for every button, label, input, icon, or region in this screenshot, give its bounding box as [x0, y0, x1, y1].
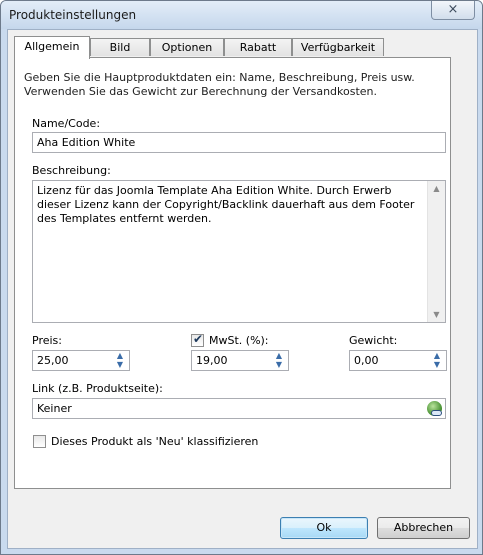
- price-label: Preis:: [32, 334, 62, 347]
- link-value: Keiner: [37, 402, 72, 415]
- description-label: Beschreibung:: [32, 164, 111, 177]
- weight-stepper[interactable]: 0,00 ▲ ▼: [349, 350, 447, 371]
- vat-value: 19,00: [196, 354, 228, 367]
- description-scrollbar[interactable]: ▲ ▼: [427, 181, 445, 322]
- tab-allgemein[interactable]: Allgemein: [14, 36, 90, 59]
- price-value: 25,00: [37, 354, 69, 367]
- spin-up-icon[interactable]: ▲: [429, 352, 445, 360]
- scroll-down-icon[interactable]: ▼: [428, 310, 445, 319]
- close-icon: ×: [447, 2, 459, 17]
- name-label: Name/Code:: [32, 117, 101, 130]
- price-stepper[interactable]: 25,00 ▲ ▼: [32, 350, 130, 371]
- tab-bild[interactable]: Bild: [90, 38, 150, 56]
- name-field[interactable]: Aha Edition White: [32, 132, 446, 153]
- spin-down-icon[interactable]: ▼: [271, 361, 287, 369]
- tab-optionen[interactable]: Optionen: [150, 38, 224, 56]
- scroll-up-icon[interactable]: ▲: [428, 184, 445, 193]
- tab-panel-allgemein: Geben Sie die Hauptproduktdaten ein: Nam…: [14, 57, 451, 489]
- weight-label: Gewicht:: [349, 334, 398, 347]
- spin-up-icon[interactable]: ▲: [112, 352, 128, 360]
- spin-up-icon[interactable]: ▲: [271, 352, 287, 360]
- dialog-window: Produkteinstellungen × Allgemein Bild Op…: [0, 0, 483, 555]
- price-spin[interactable]: ▲ ▼: [112, 352, 128, 369]
- vat-stepper[interactable]: 19,00 ▲ ▼: [191, 350, 289, 371]
- dialog-client: Allgemein Bild Optionen Rabatt Verfügbar…: [7, 29, 478, 549]
- new-product-label: Dieses Produkt als 'Neu' klassifizieren: [51, 435, 259, 448]
- name-value: Aha Edition White: [37, 136, 136, 149]
- vat-checkbox[interactable]: ✔: [191, 332, 204, 347]
- new-product-checkbox[interactable]: [33, 435, 46, 448]
- close-button[interactable]: ×: [431, 1, 475, 20]
- vat-spin[interactable]: ▲ ▼: [271, 352, 287, 369]
- intro-text: Geben Sie die Hauptproduktdaten ein: Nam…: [24, 71, 415, 98]
- spin-down-icon[interactable]: ▼: [112, 361, 128, 369]
- title-bar[interactable]: Produkteinstellungen ×: [1, 1, 482, 29]
- tab-rabatt[interactable]: Rabatt: [224, 38, 292, 56]
- link-globe-icon[interactable]: [427, 401, 442, 416]
- cancel-button[interactable]: Abbrechen: [377, 517, 470, 539]
- window-title: Produkteinstellungen: [9, 8, 137, 22]
- weight-spin[interactable]: ▲ ▼: [429, 352, 445, 369]
- tab-verfuegbarkeit[interactable]: Verfügbarkeit: [292, 38, 384, 56]
- link-label: Link (z.B. Produktseite):: [32, 382, 163, 395]
- spin-down-icon[interactable]: ▼: [429, 361, 445, 369]
- description-value: Lizenz für das Joomla Template Aha Editi…: [37, 184, 415, 225]
- ok-button[interactable]: Ok: [280, 517, 368, 539]
- description-field[interactable]: Lizenz für das Joomla Template Aha Editi…: [32, 180, 446, 323]
- checkmark-icon: ✔: [193, 332, 204, 346]
- link-field[interactable]: Keiner: [32, 398, 446, 419]
- weight-value: 0,00: [354, 354, 379, 367]
- vat-label: MwSt. (%):: [209, 334, 269, 347]
